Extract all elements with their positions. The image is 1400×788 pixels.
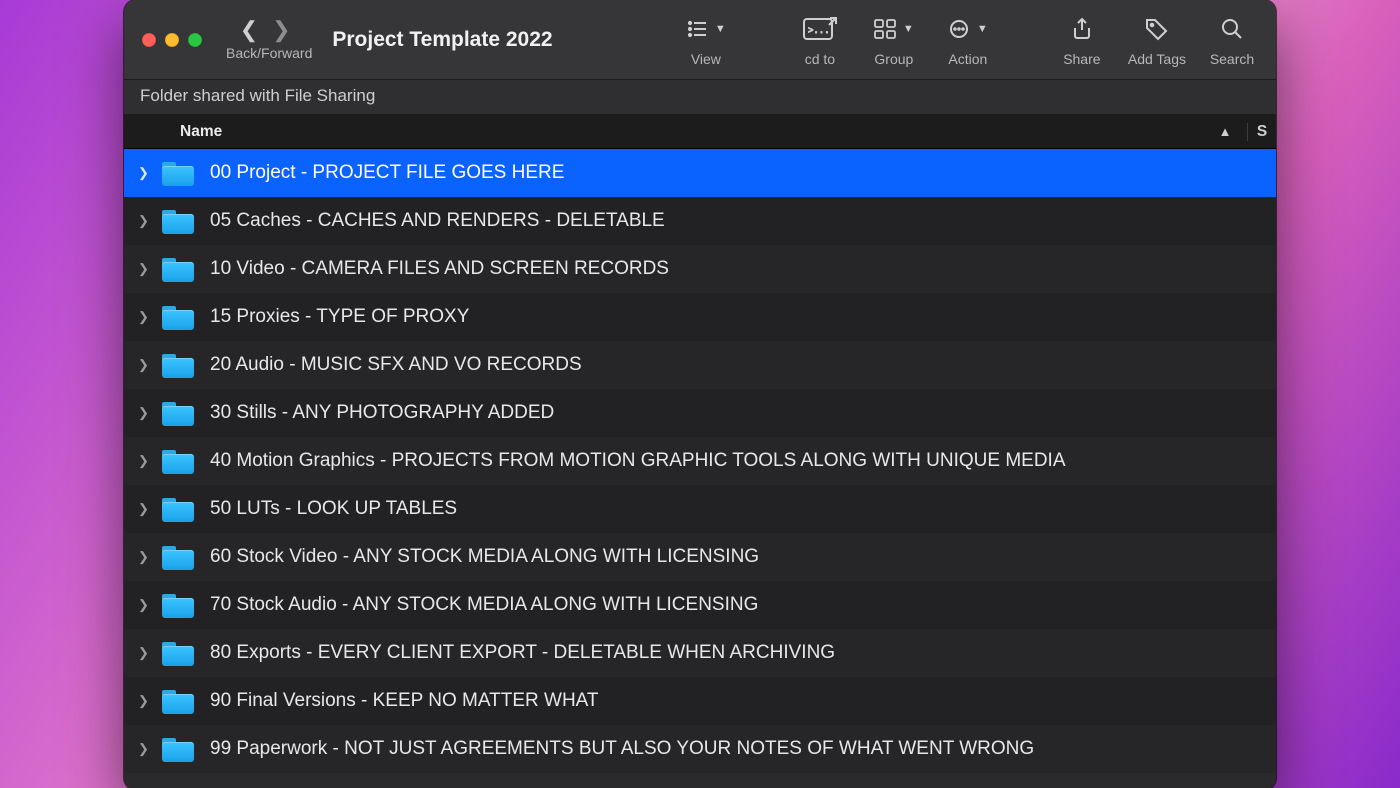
column-next-header[interactable]: S	[1248, 123, 1276, 141]
folder-row[interactable]: ❯ 80 Exports - EVERY CLIENT EXPORT - DELE…	[124, 629, 1276, 677]
file-list: ❯ 00 Project - PROJECT FILE GOES HERE ❯ 05 …	[124, 149, 1276, 788]
disclosure-triangle-icon[interactable]: ❯	[138, 501, 154, 517]
toolbar-view-label: View	[691, 51, 721, 67]
toolbar-action[interactable]: ▼ Action	[940, 13, 996, 67]
folder-icon	[162, 448, 194, 474]
list-view-icon	[686, 19, 710, 39]
search-icon	[1220, 17, 1244, 41]
chevron-down-icon: ▼	[903, 23, 914, 35]
terminal-icon: >...	[803, 16, 837, 42]
folder-row[interactable]: ❯ 70 Stock Audio - ANY STOCK MEDIA ALONG …	[124, 581, 1276, 629]
folder-icon	[162, 592, 194, 618]
toolbar-action-label: Action	[948, 51, 987, 67]
toolbar-cdto[interactable]: >... cd to	[792, 13, 848, 67]
column-header: Name ▲ S	[124, 115, 1276, 149]
nav-label: Back/Forward	[226, 45, 312, 61]
toolbar-share[interactable]: Share	[1054, 13, 1110, 67]
folder-row[interactable]: ❯ 10 Video - CAMERA FILES AND SCREEN RECO…	[124, 245, 1276, 293]
back-button[interactable]: ❮	[240, 17, 272, 42]
folder-row[interactable]: ❯ 50 LUTs - LOOK UP TABLES	[124, 485, 1276, 533]
tag-icon	[1144, 17, 1170, 41]
folder-name: 00 Project - PROJECT FILE GOES HERE	[210, 162, 564, 184]
folder-name: 10 Video - CAMERA FILES AND SCREEN RECOR…	[210, 258, 669, 280]
sharing-info-bar: Folder shared with File Sharing	[124, 80, 1276, 115]
toolbar-group-label: Group	[874, 51, 913, 67]
folder-name: 80 Exports - EVERY CLIENT EXPORT - DELET…	[210, 642, 835, 664]
svg-text:>...: >...	[808, 26, 830, 36]
folder-row[interactable]: ❯ 15 Proxies - TYPE OF PROXY	[124, 293, 1276, 341]
disclosure-triangle-icon[interactable]: ❯	[138, 549, 154, 565]
folder-name: 30 Stills - ANY PHOTOGRAPHY ADDED	[210, 402, 554, 424]
toolbar-view[interactable]: ▼ View	[678, 13, 734, 67]
toolbar-add-tags[interactable]: Add Tags	[1128, 13, 1186, 67]
folder-row[interactable]: ❯ 90 Final Versions - KEEP NO MATTER WHAT	[124, 677, 1276, 725]
toolbar-cdto-label: cd to	[805, 51, 835, 67]
folder-icon	[162, 544, 194, 570]
folder-icon	[162, 496, 194, 522]
folder-icon	[162, 304, 194, 330]
folder-row[interactable]: ❯ 20 Audio - MUSIC SFX AND VO RECORDS	[124, 341, 1276, 389]
disclosure-triangle-icon[interactable]: ❯	[138, 165, 154, 181]
folder-row[interactable]: ❯ 60 Stock Video - ANY STOCK MEDIA ALONG …	[124, 533, 1276, 581]
disclosure-triangle-icon[interactable]: ❯	[138, 309, 154, 325]
folder-name: 50 LUTs - LOOK UP TABLES	[210, 498, 457, 520]
folder-row[interactable]: ❯ 05 Caches - CACHES AND RENDERS - DELETA…	[124, 197, 1276, 245]
share-icon	[1071, 17, 1093, 41]
folder-icon	[162, 160, 194, 186]
disclosure-triangle-icon[interactable]: ❯	[138, 357, 154, 373]
close-window-button[interactable]	[142, 33, 156, 47]
folder-icon	[162, 688, 194, 714]
sort-ascending-icon[interactable]: ▲	[1203, 124, 1247, 139]
toolbar-add-tags-label: Add Tags	[1128, 51, 1186, 67]
disclosure-triangle-icon[interactable]: ❯	[138, 741, 154, 757]
folder-name: 90 Final Versions - KEEP NO MATTER WHAT	[210, 690, 599, 712]
zoom-window-button[interactable]	[188, 33, 202, 47]
finder-window: ❮❯ Back/Forward Project Template 2022 ▼ …	[124, 0, 1276, 788]
folder-icon	[162, 400, 194, 426]
disclosure-triangle-icon[interactable]: ❯	[138, 453, 154, 469]
disclosure-triangle-icon[interactable]: ❯	[138, 213, 154, 229]
nav-back-forward: ❮❯ Back/Forward	[226, 19, 312, 61]
disclosure-triangle-icon[interactable]: ❯	[138, 693, 154, 709]
folder-icon	[162, 256, 194, 282]
toolbar-search[interactable]: Search	[1204, 13, 1260, 67]
folder-row[interactable]: ❯ 30 Stills - ANY PHOTOGRAPHY ADDED	[124, 389, 1276, 437]
folder-row[interactable]: ❯ 99 Paperwork - NOT JUST AGREEMENTS BUT …	[124, 725, 1276, 773]
disclosure-triangle-icon[interactable]: ❯	[138, 597, 154, 613]
folder-name: 20 Audio - MUSIC SFX AND VO RECORDS	[210, 354, 582, 376]
folder-icon	[162, 352, 194, 378]
window-title: Project Template 2022	[332, 28, 552, 52]
action-menu-icon	[948, 18, 972, 40]
folder-name: 05 Caches - CACHES AND RENDERS - DELETAB…	[210, 210, 665, 232]
folder-icon	[162, 208, 194, 234]
column-name-header[interactable]: Name	[124, 123, 1203, 141]
folder-name: 99 Paperwork - NOT JUST AGREEMENTS BUT A…	[210, 738, 1034, 760]
chevron-down-icon: ▼	[715, 23, 726, 35]
disclosure-triangle-icon[interactable]: ❯	[138, 645, 154, 661]
folder-name: 70 Stock Audio - ANY STOCK MEDIA ALONG W…	[210, 594, 758, 616]
traffic-lights	[142, 33, 202, 47]
disclosure-triangle-icon[interactable]: ❯	[138, 405, 154, 421]
toolbar-group[interactable]: ▼ Group	[866, 13, 922, 67]
folder-row[interactable]: ❯ 00 Project - PROJECT FILE GOES HERE	[124, 149, 1276, 197]
minimize-window-button[interactable]	[165, 33, 179, 47]
folder-name: 40 Motion Graphics - PROJECTS FROM MOTIO…	[210, 450, 1066, 472]
toolbar-search-label: Search	[1210, 51, 1254, 67]
folder-name: 15 Proxies - TYPE OF PROXY	[210, 306, 469, 328]
folder-icon	[162, 736, 194, 762]
folder-name: 60 Stock Video - ANY STOCK MEDIA ALONG W…	[210, 546, 759, 568]
folder-row[interactable]: ❯ 40 Motion Graphics - PROJECTS FROM MOTI…	[124, 437, 1276, 485]
grid-icon	[874, 19, 898, 39]
forward-button[interactable]: ❯	[272, 17, 304, 42]
folder-icon	[162, 640, 194, 666]
toolbar-share-label: Share	[1063, 51, 1100, 67]
toolbar: ❮❯ Back/Forward Project Template 2022 ▼ …	[124, 0, 1276, 80]
chevron-down-icon: ▼	[977, 23, 988, 35]
disclosure-triangle-icon[interactable]: ❯	[138, 261, 154, 277]
